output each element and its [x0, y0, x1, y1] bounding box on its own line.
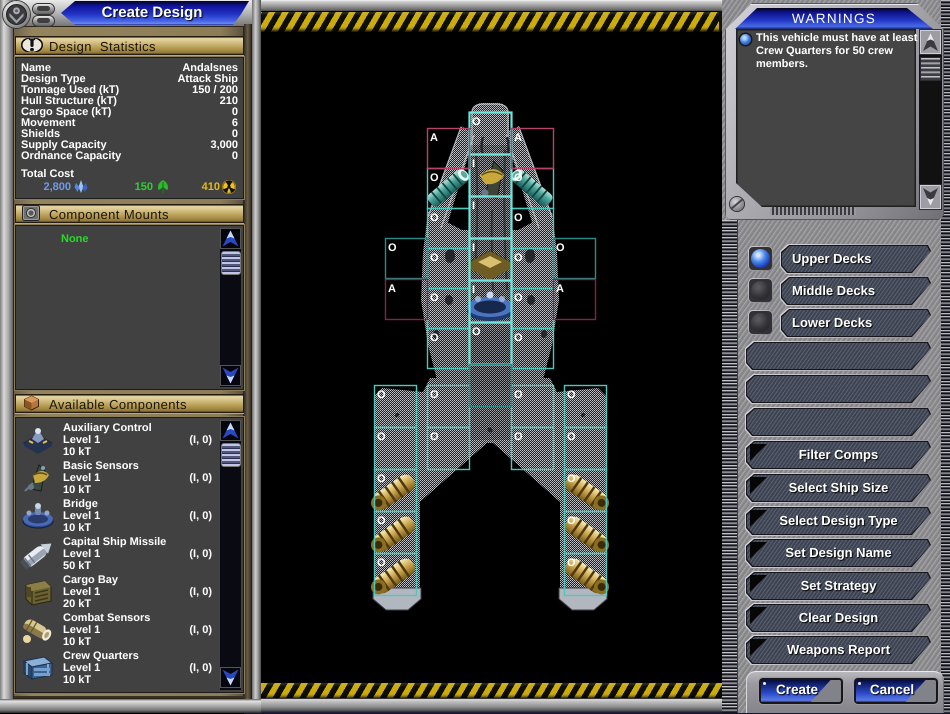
svg-text:O: O: [377, 431, 386, 443]
svg-text:A: A: [430, 132, 438, 144]
svg-text:A: A: [556, 283, 564, 295]
svg-text:O: O: [430, 389, 439, 401]
svg-text:O: O: [567, 557, 576, 569]
svg-text:I: I: [472, 158, 475, 170]
svg-text:I: I: [472, 284, 475, 296]
svg-text:O: O: [514, 212, 523, 224]
svg-text:O: O: [567, 389, 576, 401]
svg-text:O: O: [514, 389, 523, 401]
svg-text:O: O: [556, 242, 565, 254]
svg-text:O: O: [514, 332, 523, 344]
svg-text:O: O: [377, 515, 386, 527]
svg-text:O: O: [430, 332, 439, 344]
svg-text:O: O: [567, 515, 576, 527]
svg-text:I: I: [472, 200, 475, 212]
svg-text:O: O: [567, 431, 576, 443]
svg-text:O: O: [377, 473, 386, 485]
svg-text:O: O: [567, 473, 576, 485]
svg-text:O: O: [514, 431, 523, 443]
svg-text:O: O: [377, 557, 386, 569]
svg-text:O: O: [430, 172, 439, 184]
svg-text:O: O: [514, 172, 523, 184]
svg-text:O: O: [430, 431, 439, 443]
svg-text:O: O: [430, 212, 439, 224]
svg-text:O: O: [388, 242, 397, 254]
svg-text:O: O: [472, 116, 481, 128]
svg-text:O: O: [514, 292, 523, 304]
svg-text:A: A: [388, 283, 396, 295]
svg-text:O: O: [430, 252, 439, 264]
svg-text:O: O: [472, 326, 481, 338]
svg-text:O: O: [514, 252, 523, 264]
svg-text:I: I: [472, 242, 475, 254]
svg-text:O: O: [377, 389, 386, 401]
svg-text:A: A: [514, 132, 522, 144]
svg-text:O: O: [430, 292, 439, 304]
